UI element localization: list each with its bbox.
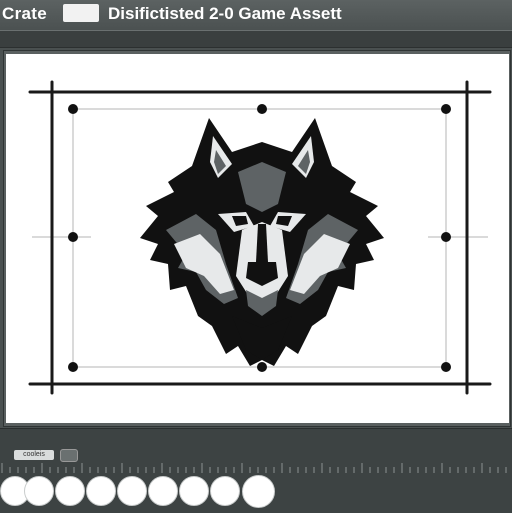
swatch-8[interactable] bbox=[210, 476, 240, 506]
handle-bottom-center[interactable] bbox=[257, 362, 267, 372]
status-toggle[interactable] bbox=[60, 449, 78, 462]
handle-bottom-left[interactable] bbox=[68, 362, 78, 372]
handle-top-right[interactable] bbox=[441, 104, 451, 114]
handle-bottom-right[interactable] bbox=[441, 362, 451, 372]
document-title: Disifictisted 2-0 Game Assett bbox=[108, 4, 342, 23]
swatch-9[interactable] bbox=[242, 475, 275, 508]
swatch-4[interactable] bbox=[86, 476, 116, 506]
handle-top-left[interactable] bbox=[68, 104, 78, 114]
toolbar-strip bbox=[0, 30, 512, 48]
swatch-3[interactable] bbox=[55, 476, 85, 506]
swatch-5[interactable] bbox=[117, 476, 147, 506]
handle-middle-right[interactable] bbox=[441, 232, 451, 242]
swatch-7[interactable] bbox=[179, 476, 209, 506]
artboard[interactable] bbox=[6, 54, 509, 423]
handle-middle-left[interactable] bbox=[68, 232, 78, 242]
timeline-ruler[interactable] bbox=[0, 462, 512, 474]
transform-guides bbox=[28, 80, 492, 395]
swatch-6[interactable] bbox=[148, 476, 178, 506]
app-name[interactable]: Crate bbox=[2, 4, 47, 24]
handle-top-center[interactable] bbox=[257, 104, 267, 114]
wolf-head-icon[interactable] bbox=[140, 118, 384, 366]
document-tab-box[interactable] bbox=[63, 4, 99, 22]
status-chip[interactable]: cooleis bbox=[14, 450, 54, 460]
title-bar: Crate Disifictisted 2-0 Game Assett bbox=[0, 0, 512, 30]
swatch-2[interactable] bbox=[24, 476, 54, 506]
